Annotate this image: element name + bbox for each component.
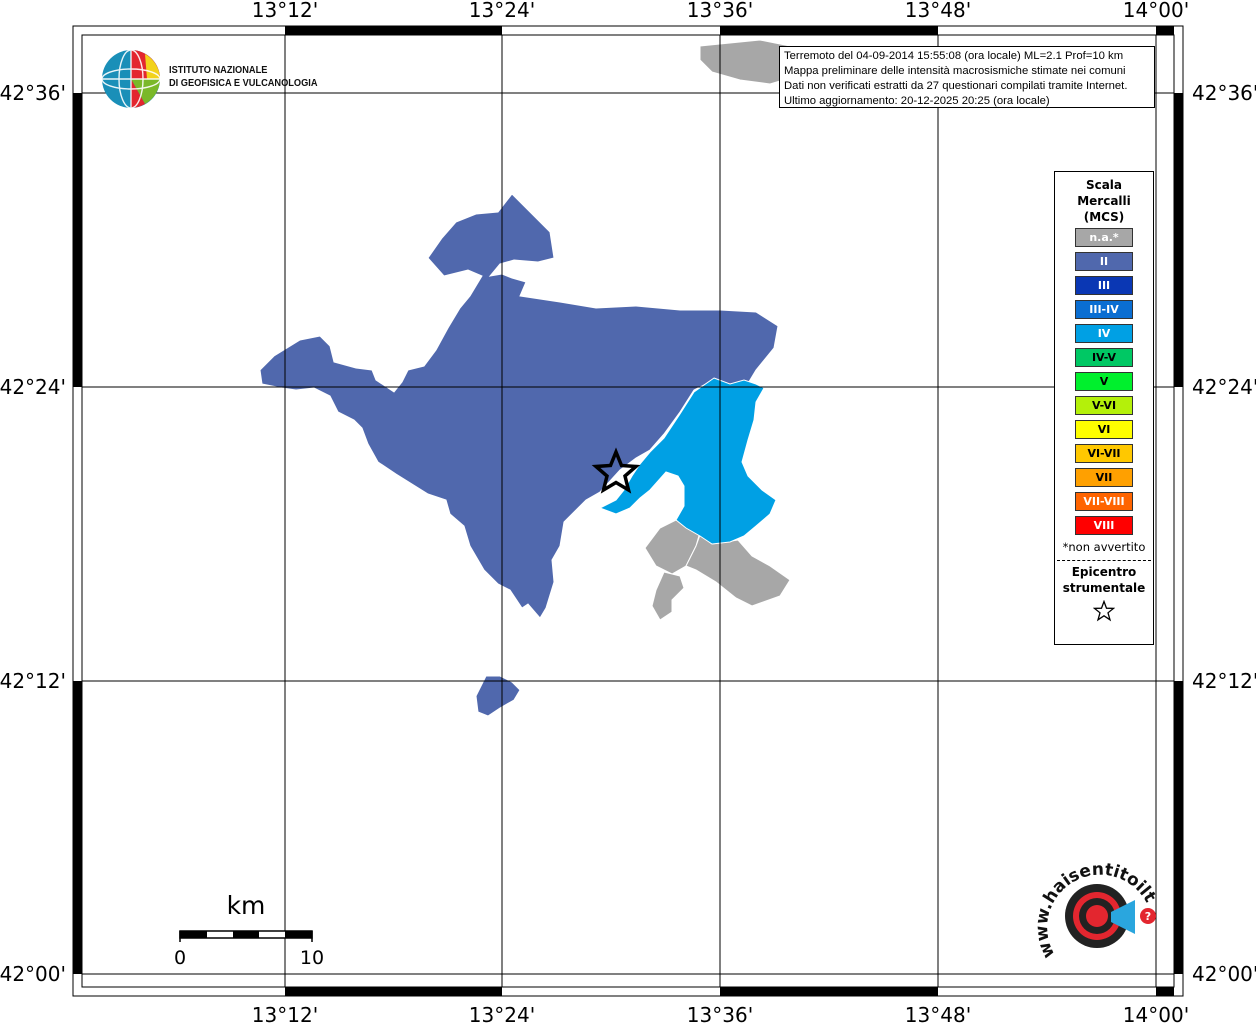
lat-label-left-1: 42°36' <box>0 81 66 105</box>
lon-label-bottom-2: 13°24' <box>469 1003 535 1024</box>
ingv-globe-icon <box>101 49 161 109</box>
legend-item: IV-V <box>1075 348 1133 367</box>
ingv-name: ISTITUTO NAZIONALE DI GEOFISICA E VULCAN… <box>169 64 318 89</box>
lat-label-left-2: 42°24' <box>0 375 66 399</box>
event-info-box: Terremoto del 04-09-2014 15:55:08 (ora l… <box>779 46 1155 108</box>
legend-items: n.a.* II III III-IV IV IV-V V V-VI VI VI-VII VII VI… <box>1055 228 1153 535</box>
info-line-4: Ultimo aggiornamento: 20-12-2025 20:25 (… <box>784 95 1050 107</box>
scale-unit: km <box>227 891 266 920</box>
region-not-felt-south-c <box>651 571 685 621</box>
lon-label-top-1: 13°12' <box>252 0 318 22</box>
lon-label-top-5: 14°00' <box>1123 0 1189 22</box>
legend-star-icon <box>1055 599 1153 626</box>
scale-bar: km 0 10 <box>170 890 340 970</box>
lat-label-right-2: 42°24' <box>1192 375 1256 399</box>
scale-end: 10 <box>300 947 324 969</box>
graticule <box>82 35 1174 987</box>
lat-label-right-1: 42°36' <box>1192 81 1256 105</box>
lat-label-right-4: 42°00' <box>1192 962 1256 986</box>
lat-label-left-3: 42°12' <box>0 669 66 693</box>
legend-title: Scala Mercalli (MCS) <box>1077 178 1131 224</box>
region-intensity-II-south <box>475 675 521 717</box>
legend-item: III <box>1075 276 1133 295</box>
legend-note: *non avvertito <box>1062 540 1146 554</box>
info-line-2: Mappa preliminare delle intensità macros… <box>784 65 1126 77</box>
lon-label-bottom-3: 13°36' <box>687 1003 753 1024</box>
hsit-logo: www.haisentitoilterremoto.it ? <box>1026 845 1165 980</box>
lon-label-top-4: 13°48' <box>905 0 971 22</box>
lon-label-top-2: 13°24' <box>469 0 535 22</box>
legend-item: IV <box>1075 324 1133 343</box>
legend-item: V <box>1075 372 1133 391</box>
lat-label-right-3: 42°12' <box>1192 669 1256 693</box>
legend-item: VII <box>1075 468 1133 487</box>
legend-item: III-IV <box>1075 300 1133 319</box>
lon-label-bottom-5: 14°00' <box>1123 1003 1189 1024</box>
info-line-1: Terremoto del 04-09-2014 15:55:08 (ora l… <box>784 50 1124 62</box>
lon-label-bottom-4: 13°48' <box>905 1003 971 1024</box>
svg-text:?: ? <box>1145 910 1151 923</box>
region-not-felt-south-b <box>685 534 791 607</box>
legend-item: VIII <box>1075 516 1133 535</box>
legend-epicenter-label: Epicentro strumentale <box>1062 565 1146 595</box>
legend-item: VI <box>1075 420 1133 439</box>
mcs-legend: Scala Mercalli (MCS) n.a.* II III III-IV IV I… <box>1054 171 1154 645</box>
legend-item: II <box>1075 252 1133 271</box>
legend-item: V-VI <box>1075 396 1133 415</box>
map-inner-frame <box>81 34 1175 988</box>
lon-label-bottom-1: 13°12' <box>252 1003 318 1024</box>
info-line-3: Dati non verificati estratti da 27 quest… <box>784 80 1128 92</box>
scale-start: 0 <box>174 947 186 969</box>
legend-item: VII-VIII <box>1075 492 1133 511</box>
legend-item: VI-VII <box>1075 444 1133 463</box>
legend-separator <box>1057 560 1151 561</box>
map-outer-frame <box>72 25 1184 997</box>
lon-label-top-3: 13°36' <box>687 0 753 22</box>
frame-ticks <box>73 26 1183 996</box>
lat-label-left-4: 42°00' <box>0 962 66 986</box>
legend-item: n.a.* <box>1075 228 1133 247</box>
